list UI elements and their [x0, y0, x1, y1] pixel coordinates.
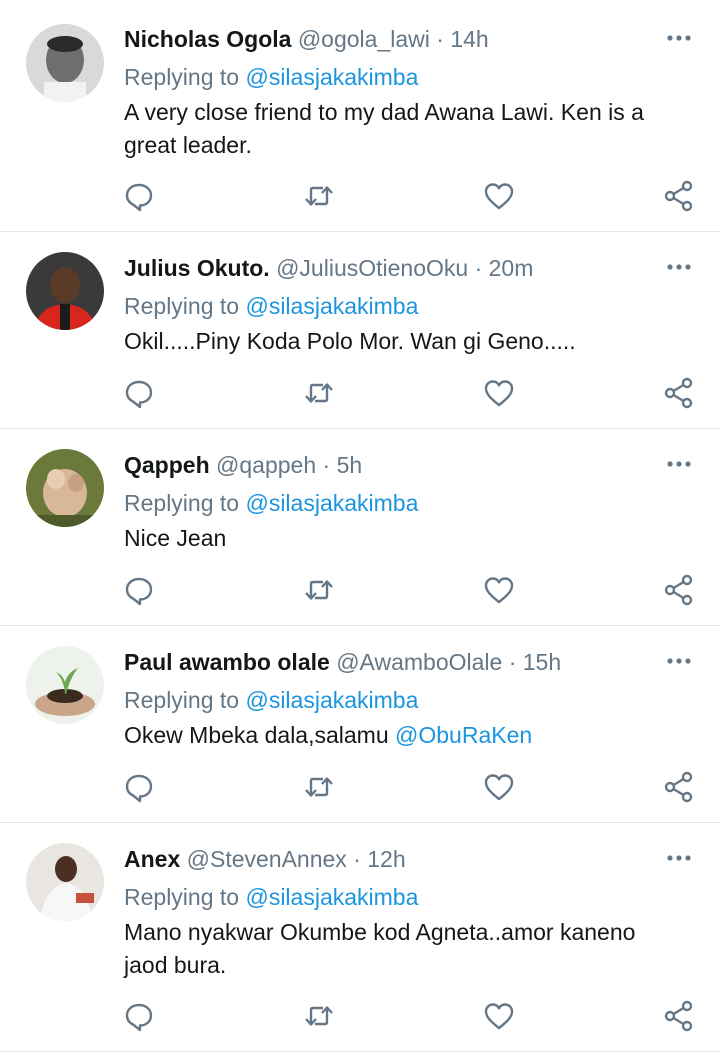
tweet-text-content: A very close friend to my dad Awana Lawi… [124, 99, 644, 158]
retweet-icon[interactable] [302, 376, 336, 410]
mention-link[interactable]: @ObuRaKen [395, 722, 532, 748]
heart-icon[interactable] [482, 573, 516, 607]
tweet-text: A very close friend to my dad Awana Lawi… [124, 96, 684, 162]
action-bar [0, 179, 720, 213]
reply-feed: Nicholas Ogola @ogola_lawi · 14h Replyin… [0, 0, 720, 1055]
tweet-text-content: Nice Jean [124, 525, 227, 551]
tweet-text: Okil.....Piny Koda Polo Mor. Wan gi Geno… [124, 325, 684, 358]
tweet-item[interactable]: Julius Okuto. @JuliusOtienoOku · 20m Rep… [0, 232, 720, 429]
timestamp[interactable]: · 5h [323, 452, 363, 478]
heart-icon[interactable] [482, 770, 516, 804]
action-bar [0, 376, 720, 410]
tweet-item[interactable]: Nicholas Ogola @ogola_lawi · 14h Replyin… [0, 0, 720, 232]
reply-icon[interactable] [122, 999, 156, 1033]
tweet-text-content: Mano nyakwar Okumbe kod Agneta..amor kan… [124, 919, 636, 978]
replying-to: Replying to @silasjakakimba [124, 488, 418, 518]
display-name[interactable]: Qappeh [124, 452, 210, 478]
avatar[interactable] [26, 252, 104, 330]
tweet-header: Anex @StevenAnnex · 12h [124, 844, 406, 874]
user-handle[interactable]: @AwamboOlale [336, 649, 502, 675]
timestamp[interactable]: · 14h [436, 26, 488, 52]
action-bar [0, 999, 720, 1033]
heart-icon[interactable] [482, 376, 516, 410]
more-icon[interactable] [666, 257, 692, 277]
retweet-icon[interactable] [302, 999, 336, 1033]
heart-icon[interactable] [482, 179, 516, 213]
avatar[interactable] [26, 449, 104, 527]
display-name[interactable]: Paul awambo olale [124, 649, 330, 675]
more-icon[interactable] [666, 848, 692, 868]
replying-to-link[interactable]: @silasjakakimba [245, 490, 418, 516]
replying-to-link[interactable]: @silasjakakimba [245, 293, 418, 319]
replying-label: Replying to [124, 64, 240, 90]
user-handle[interactable]: @JuliusOtienoOku [276, 255, 468, 281]
replying-label: Replying to [124, 687, 240, 713]
more-icon[interactable] [666, 651, 692, 671]
share-icon[interactable] [662, 179, 696, 213]
user-handle[interactable]: @ogola_lawi [298, 26, 430, 52]
more-icon[interactable] [666, 454, 692, 474]
tweet-header: Qappeh @qappeh · 5h [124, 450, 362, 480]
tweet-item[interactable]: Qappeh @qappeh · 5h Replying to @silasja… [0, 429, 720, 626]
timestamp[interactable]: · 12h [353, 846, 405, 872]
action-bar [0, 770, 720, 804]
user-handle[interactable]: @qappeh [216, 452, 316, 478]
action-bar [0, 573, 720, 607]
tweet-item[interactable]: Paul awambo olale @AwamboOlale · 15h Rep… [0, 626, 720, 823]
tweet-text-content: Okew Mbeka dala,salamu [124, 722, 396, 748]
tweet-text: Mano nyakwar Okumbe kod Agneta..amor kan… [124, 916, 684, 982]
replying-to: Replying to @silasjakakimba [124, 62, 418, 92]
user-handle[interactable]: @StevenAnnex [187, 846, 347, 872]
reply-icon[interactable] [122, 376, 156, 410]
retweet-icon[interactable] [302, 770, 336, 804]
tweet-header: Nicholas Ogola @ogola_lawi · 14h [124, 24, 489, 54]
display-name[interactable]: Anex [124, 846, 180, 872]
replying-to: Replying to @silasjakakimba [124, 291, 418, 321]
tweet-text: Okew Mbeka dala,salamu @ObuRaKen [124, 719, 684, 752]
display-name[interactable]: Nicholas Ogola [124, 26, 291, 52]
replying-label: Replying to [124, 884, 240, 910]
timestamp[interactable]: · 20m [475, 255, 534, 281]
avatar[interactable] [26, 843, 104, 921]
replying-to: Replying to @silasjakakimba [124, 685, 418, 715]
tweet-item[interactable]: Anex @StevenAnnex · 12h Replying to @sil… [0, 823, 720, 1052]
tweet-text: Nice Jean [124, 522, 684, 555]
tweet-header: Julius Okuto. @JuliusOtienoOku · 20m [124, 253, 533, 283]
share-icon[interactable] [662, 999, 696, 1033]
replying-to-link[interactable]: @silasjakakimba [245, 687, 418, 713]
replying-label: Replying to [124, 490, 240, 516]
share-icon[interactable] [662, 573, 696, 607]
tweet-text-content: Okil.....Piny Koda Polo Mor. Wan gi Geno… [124, 328, 576, 354]
avatar[interactable] [26, 24, 104, 102]
share-icon[interactable] [662, 770, 696, 804]
retweet-icon[interactable] [302, 179, 336, 213]
timestamp[interactable]: · 15h [509, 649, 561, 675]
avatar[interactable] [26, 646, 104, 724]
reply-icon[interactable] [122, 573, 156, 607]
heart-icon[interactable] [482, 999, 516, 1033]
tweet-header: Paul awambo olale @AwamboOlale · 15h [124, 647, 561, 677]
share-icon[interactable] [662, 376, 696, 410]
more-icon[interactable] [666, 28, 692, 48]
replying-to: Replying to @silasjakakimba [124, 882, 418, 912]
retweet-icon[interactable] [302, 573, 336, 607]
replying-to-link[interactable]: @silasjakakimba [245, 884, 418, 910]
display-name[interactable]: Julius Okuto. [124, 255, 270, 281]
reply-icon[interactable] [122, 770, 156, 804]
replying-label: Replying to [124, 293, 240, 319]
reply-icon[interactable] [122, 179, 156, 213]
replying-to-link[interactable]: @silasjakakimba [245, 64, 418, 90]
